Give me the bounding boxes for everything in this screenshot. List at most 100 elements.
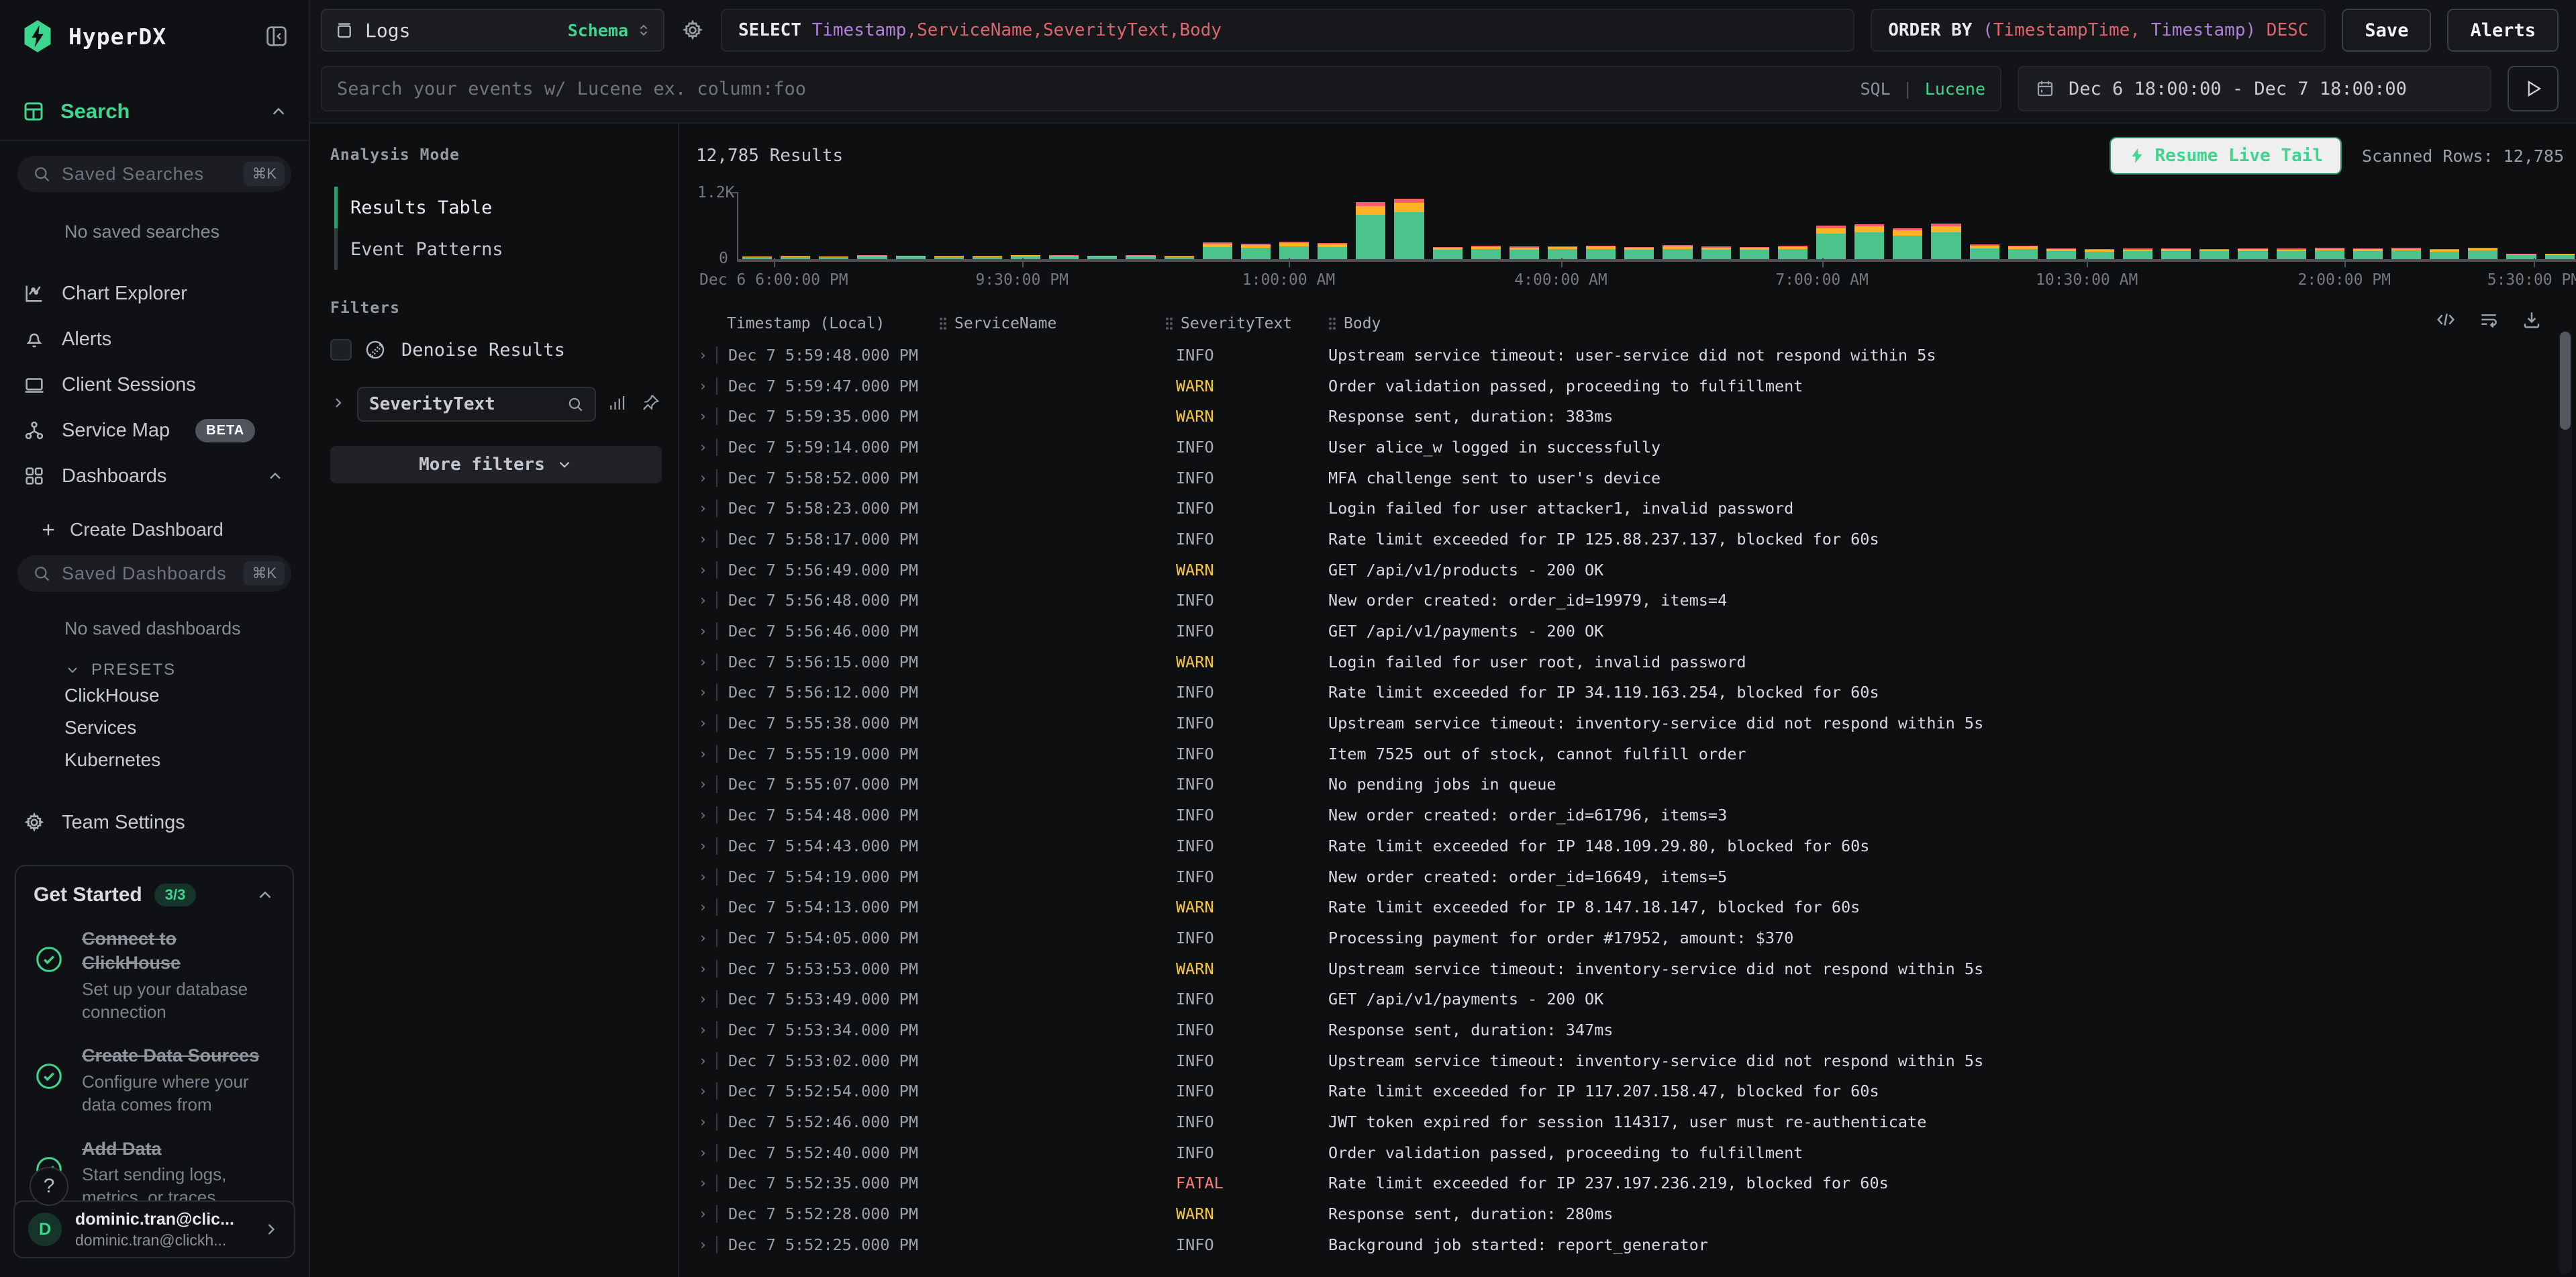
expand-row-icon[interactable]: › xyxy=(699,776,716,792)
log-row[interactable]: ›Dec 7 5:59:14.000 PMINFOUser alice_w lo… xyxy=(688,432,2576,463)
histogram-bar[interactable] xyxy=(781,256,810,259)
expand-row-icon[interactable]: › xyxy=(699,930,716,946)
chevron-up-icon[interactable] xyxy=(268,101,289,122)
histogram-bar[interactable] xyxy=(1624,247,1654,259)
histogram-bar[interactable] xyxy=(1816,226,1846,259)
download-icon[interactable] xyxy=(2521,309,2542,334)
expand-row-icon[interactable]: › xyxy=(699,470,716,486)
expand-row-icon[interactable]: › xyxy=(699,347,716,363)
expand-row-icon[interactable]: › xyxy=(699,1114,716,1130)
histogram-bar[interactable] xyxy=(2046,248,2076,259)
log-row[interactable]: ›Dec 7 5:53:53.000 PMWARNUpstream servic… xyxy=(688,953,2576,984)
histogram-bar[interactable] xyxy=(1778,246,1807,259)
sidebar-item-dashboards[interactable]: Dashboards xyxy=(0,453,309,499)
histogram-bar[interactable] xyxy=(1165,256,1194,259)
log-row[interactable]: ›Dec 7 5:52:25.000 PMINFOBackground job … xyxy=(688,1229,2576,1260)
preset-services[interactable]: Services xyxy=(64,712,309,744)
expand-row-icon[interactable]: › xyxy=(699,684,716,700)
histogram-bar[interactable] xyxy=(1241,244,1271,259)
log-row[interactable]: ›Dec 7 5:56:15.000 PMWARNLogin failed fo… xyxy=(688,647,2576,677)
expand-row-icon[interactable]: › xyxy=(699,869,716,885)
expand-row-icon[interactable]: › xyxy=(699,623,716,639)
log-row[interactable]: ›Dec 7 5:58:23.000 PMINFOLogin failed fo… xyxy=(688,493,2576,524)
log-row[interactable]: ›Dec 7 5:52:40.000 PMINFOOrder validatio… xyxy=(688,1137,2576,1168)
preset-clickhouse[interactable]: ClickHouse xyxy=(64,679,309,712)
histogram-bar[interactable] xyxy=(1087,256,1117,259)
histogram-bar[interactable] xyxy=(2353,248,2383,259)
expand-row-icon[interactable]: › xyxy=(699,1145,716,1161)
histogram-bar[interactable] xyxy=(2545,254,2575,259)
sidebar-item-chart-explorer[interactable]: Chart Explorer xyxy=(0,271,309,316)
histogram-bar[interactable] xyxy=(1663,245,1692,259)
log-row[interactable]: ›Dec 7 5:52:54.000 PMINFORate limit exce… xyxy=(688,1076,2576,1107)
log-row[interactable]: ›Dec 7 5:59:47.000 PMWARNOrder validatio… xyxy=(688,371,2576,401)
expand-row-icon[interactable]: › xyxy=(699,439,716,455)
histogram-bar[interactable] xyxy=(1893,228,1922,259)
log-row[interactable]: ›Dec 7 5:59:48.000 PMINFOUpstream servic… xyxy=(688,340,2576,371)
histogram-bar[interactable] xyxy=(1471,246,1501,259)
histogram-bar[interactable] xyxy=(2391,248,2421,259)
wrap-lines-icon[interactable] xyxy=(2478,309,2499,334)
user-account-button[interactable]: D dominic.tran@clic... dominic.tran@clic… xyxy=(13,1200,295,1258)
log-row[interactable]: ›Dec 7 5:55:19.000 PMINFOItem 7525 out o… xyxy=(688,739,2576,769)
histogram-bar[interactable] xyxy=(2468,248,2497,259)
saved-dashboards-input[interactable]: Saved Dashboards ⌘K xyxy=(17,555,291,592)
log-row[interactable]: ›Dec 7 5:52:28.000 PMWARNResponse sent, … xyxy=(688,1198,2576,1229)
histogram-bar[interactable] xyxy=(2315,248,2344,259)
mode-results-table[interactable]: Results Table xyxy=(330,187,662,228)
chevron-up-icon[interactable] xyxy=(266,467,285,485)
log-row[interactable]: ›Dec 7 5:54:13.000 PMWARNRate limit exce… xyxy=(688,892,2576,923)
denoise-checkbox[interactable] xyxy=(330,339,352,361)
more-filters-button[interactable]: More filters xyxy=(330,446,662,483)
expand-row-icon[interactable]: › xyxy=(699,1022,716,1038)
get-started-item-add-data[interactable]: Add Data Start sending logs, metrics, or… xyxy=(34,1137,275,1209)
histogram-bar[interactable] xyxy=(2161,248,2191,259)
expand-row-icon[interactable]: › xyxy=(699,592,716,608)
bar-chart-icon[interactable] xyxy=(607,393,627,416)
histogram-bar[interactable] xyxy=(1049,255,1079,259)
histogram-bar[interactable] xyxy=(2277,248,2306,259)
sidebar-item-service-map[interactable]: Service Map BETA xyxy=(0,408,309,453)
scrollbar-thumb[interactable] xyxy=(2560,332,2571,430)
save-button[interactable]: Save xyxy=(2342,9,2431,52)
query-language-toggle[interactable]: SQL | Lucene xyxy=(1860,79,1985,99)
log-row[interactable]: ›Dec 7 5:52:46.000 PMINFOJWT token expir… xyxy=(688,1106,2576,1137)
log-row[interactable]: ›Dec 7 5:53:02.000 PMINFOUpstream servic… xyxy=(688,1045,2576,1076)
column-header-severitytext[interactable]: SeverityText xyxy=(1165,315,1328,332)
histogram-bar[interactable] xyxy=(896,256,926,259)
expand-row-icon[interactable]: › xyxy=(699,531,716,547)
log-row[interactable]: ›Dec 7 5:56:48.000 PMINFONew order creat… xyxy=(688,585,2576,616)
log-row[interactable]: ›Dec 7 5:54:19.000 PMINFONew order creat… xyxy=(688,861,2576,892)
histogram-bar[interactable] xyxy=(1279,242,1309,259)
log-row[interactable]: ›Dec 7 5:56:46.000 PMINFOGET /api/v1/pay… xyxy=(688,616,2576,647)
get-started-item-connect[interactable]: Connect to ClickHouse Set up your databa… xyxy=(34,927,275,1023)
presets-section-toggle[interactable]: PRESETS xyxy=(64,661,309,679)
histogram-bar[interactable] xyxy=(973,256,1002,259)
expand-row-icon[interactable]: › xyxy=(699,1237,716,1253)
histogram-bar[interactable] xyxy=(2506,254,2536,259)
resume-live-tail-button[interactable]: Resume Live Tail xyxy=(2110,137,2342,175)
log-row[interactable]: ›Dec 7 5:53:34.000 PMINFOResponse sent, … xyxy=(688,1014,2576,1045)
sidebar-item-search[interactable]: Search xyxy=(0,99,309,141)
view-source-code-icon[interactable] xyxy=(2435,309,2457,334)
lucene-toggle[interactable]: Lucene xyxy=(1925,79,1985,99)
histogram-bar[interactable] xyxy=(1701,246,1731,259)
log-row[interactable]: ›Dec 7 5:56:49.000 PMWARNGET /api/v1/pro… xyxy=(688,555,2576,585)
expand-row-icon[interactable]: › xyxy=(699,1175,716,1191)
column-grip-icon[interactable] xyxy=(1165,315,1174,332)
expand-row-icon[interactable]: › xyxy=(699,378,716,394)
histogram-bar[interactable] xyxy=(1931,224,1961,259)
histogram-bar[interactable] xyxy=(1433,247,1463,259)
histogram-bar[interactable] xyxy=(2430,249,2459,259)
expand-row-icon[interactable]: › xyxy=(699,408,716,424)
log-row[interactable]: ›Dec 7 5:52:35.000 PMFATALRate limit exc… xyxy=(688,1168,2576,1199)
log-row[interactable]: ›Dec 7 5:53:49.000 PMINFOGET /api/v1/pay… xyxy=(688,984,2576,1014)
severity-filter-field[interactable]: SeverityText xyxy=(357,387,596,422)
expand-row-icon[interactable]: › xyxy=(699,838,716,854)
histogram-bar[interactable] xyxy=(1011,255,1040,259)
histogram-bar[interactable] xyxy=(1586,246,1616,259)
column-header-servicename[interactable]: ServiceName xyxy=(938,315,1165,332)
log-row[interactable]: ›Dec 7 5:55:38.000 PMINFOUpstream servic… xyxy=(688,708,2576,739)
log-row[interactable]: ›Dec 7 5:54:48.000 PMINFONew order creat… xyxy=(688,800,2576,831)
histogram-bar[interactable] xyxy=(2238,248,2267,259)
